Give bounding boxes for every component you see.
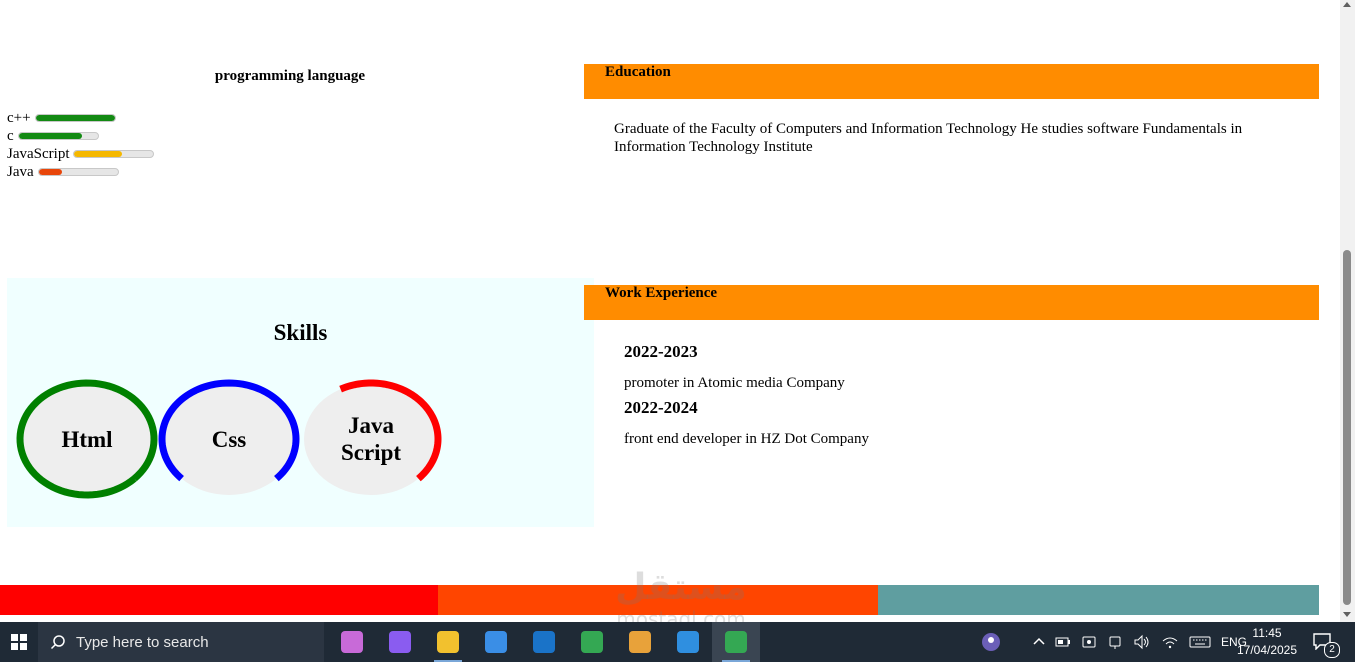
work-year: 2022-2024	[624, 398, 698, 417]
taskbar-app-button[interactable]	[472, 622, 520, 662]
copilot-icon	[341, 631, 363, 653]
taskbar-app-button[interactable]	[520, 622, 568, 662]
taskbar-app-button[interactable]	[712, 622, 760, 662]
education-text: Graduate of the Faculty of Computers and…	[614, 121, 1243, 155]
taskbar-app-button[interactable]	[568, 622, 616, 662]
work-description: front end developer in HZ Dot Company	[624, 431, 869, 447]
skill-circle: Java Script	[300, 379, 442, 499]
search-placeholder: Type here to search	[76, 633, 209, 651]
skill-label: Css	[211, 426, 247, 452]
search-icon	[50, 635, 65, 650]
battery-icon[interactable]	[1055, 636, 1071, 648]
security-icon[interactable]	[1081, 634, 1097, 650]
skills-title: Skills	[273, 320, 328, 345]
language-progress-bar	[34, 114, 116, 122]
system-clock[interactable]: 11:45 17/04/2025	[1232, 625, 1302, 659]
skills-panel: Skills Html Css Java Script	[7, 278, 594, 527]
language-name: JavaScript	[7, 146, 70, 162]
microsoft-store-icon	[485, 631, 507, 653]
vscode-icon	[677, 631, 699, 653]
language-row: c++	[7, 109, 154, 127]
scroll-thumb[interactable]	[1343, 250, 1351, 605]
system-tray: ENG	[975, 622, 1252, 662]
vertical-scrollbar[interactable]	[1340, 0, 1355, 622]
taskbar-app-button[interactable]	[328, 622, 376, 662]
mostaql-watermark: مستقل mostaql.com	[596, 567, 766, 623]
language-name: Java	[7, 164, 34, 180]
windows-logo-icon	[10, 634, 27, 650]
file-explorer-icon	[437, 631, 459, 653]
volume-icon[interactable]	[1133, 634, 1151, 650]
work-experience-header: Work Experience	[584, 285, 1319, 320]
taskbar-search[interactable]: Type here to search	[38, 622, 324, 662]
language-row: JavaScript	[7, 145, 155, 163]
education-header: Education	[584, 64, 1319, 99]
language-progress-fill	[35, 115, 115, 121]
language-row: c	[7, 127, 154, 145]
chrome-active-icon	[725, 631, 747, 653]
work-year: 2022-2023	[624, 342, 698, 361]
work-description: promoter in Atomic media Company	[624, 375, 845, 391]
programming-language-title: programming language	[214, 68, 366, 84]
watermark-arabic: مستقل	[615, 567, 747, 608]
start-button[interactable]	[0, 622, 37, 662]
taskbar-app-button[interactable]	[376, 622, 424, 662]
keyboard-icon[interactable]	[1189, 635, 1211, 649]
skill-circle: Css	[158, 379, 300, 499]
footer-stripe	[0, 585, 438, 615]
language-list: c++ c JavaScript Java	[7, 109, 155, 181]
taskbar-app-button[interactable]	[664, 622, 712, 662]
portfolio-page: programming language c++ c JavaScript Java …	[0, 0, 1340, 622]
clock-time: 11:45	[1252, 626, 1282, 640]
watermark-url: mostaql.com	[616, 607, 746, 622]
m365-icon	[389, 631, 411, 653]
clock-date: 17/04/2025	[1236, 643, 1298, 657]
work-experience-header-label: Work Experience	[605, 285, 718, 301]
scroll-up-arrow-icon[interactable]	[1343, 2, 1351, 7]
app-tray-icon[interactable]	[980, 631, 1002, 653]
taskbar-app-button[interactable]	[616, 622, 664, 662]
chrome-icon	[581, 631, 603, 653]
notification-count-badge: 2	[1324, 642, 1340, 658]
language-row: Java	[7, 163, 154, 181]
windows-taskbar: Type here to search ENG 11:45 17/04/2025…	[0, 622, 1355, 662]
camera-icon[interactable]	[1107, 634, 1123, 650]
language-progress-bar	[37, 168, 119, 176]
skill-label: Java Script	[340, 413, 402, 465]
chevron-up-icon[interactable]	[1033, 636, 1045, 648]
skill-label: Html	[61, 426, 113, 452]
language-progress-bar	[73, 150, 155, 158]
language-name: c	[7, 128, 14, 144]
footer-stripe	[878, 585, 1319, 615]
language-name: c++	[7, 110, 31, 126]
work-experience-list: 2022-2023 promoter in Atomic media Compan…	[624, 342, 869, 454]
outlook-icon	[533, 631, 555, 653]
language-progress-fill	[74, 151, 122, 157]
language-progress-bar	[17, 132, 99, 140]
language-progress-fill	[18, 133, 82, 139]
taskbar-apps	[328, 622, 760, 662]
language-progress-fill	[38, 169, 63, 175]
taskbar-app-button[interactable]	[424, 622, 472, 662]
scroll-down-arrow-icon[interactable]	[1343, 612, 1351, 617]
app-icon	[629, 631, 651, 653]
wifi-icon[interactable]	[1161, 635, 1179, 649]
education-header-label: Education	[605, 64, 671, 80]
skill-circle: Html	[16, 379, 158, 499]
